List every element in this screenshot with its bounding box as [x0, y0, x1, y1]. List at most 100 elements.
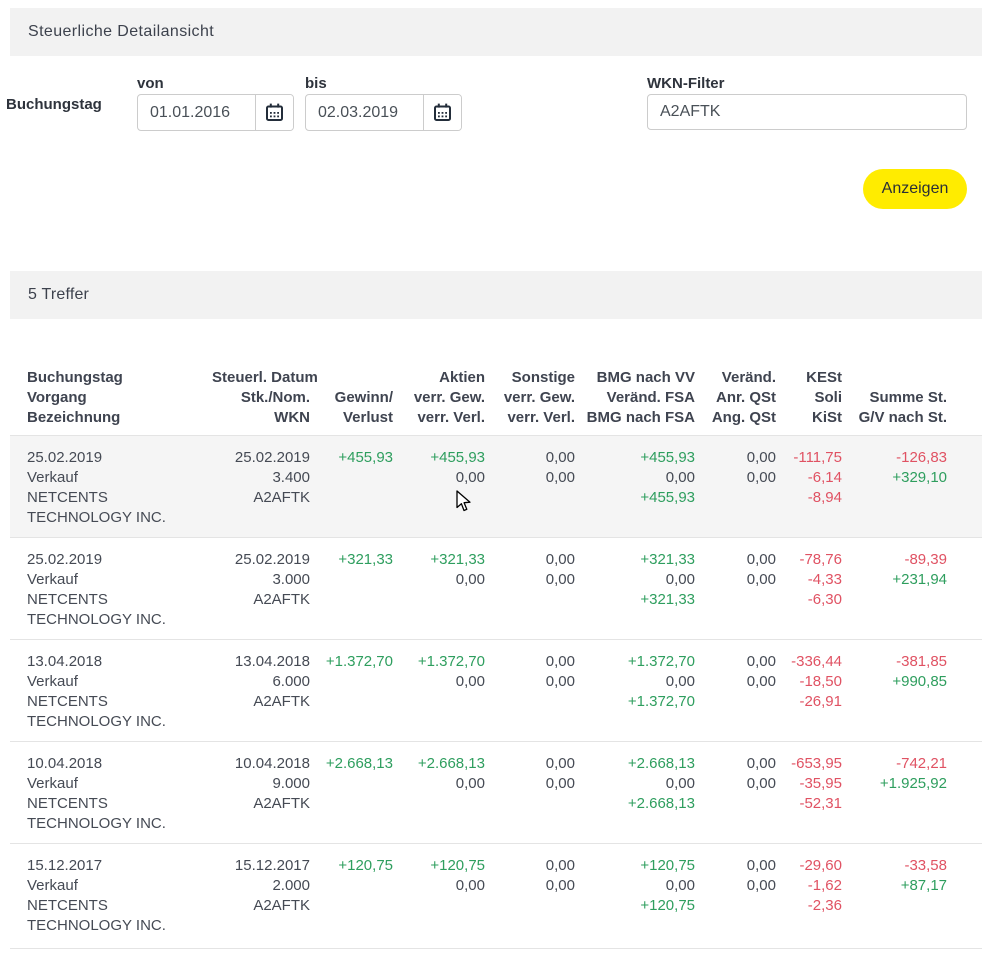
table-cell: 0,000,00 — [695, 652, 776, 732]
table-cell-line: A2AFTK — [212, 794, 310, 814]
table-cell-line: -336,44 — [776, 652, 842, 672]
table-cell-line: A2AFTK — [212, 488, 310, 508]
table-cell: Summe St.G/V nach St. — [842, 368, 947, 428]
table-cell-line: 0,00 — [485, 550, 575, 570]
calendar-icon — [433, 103, 452, 122]
table-cell-line: 0,00 — [695, 754, 776, 774]
table-cell-line: Anr. QSt — [695, 388, 776, 408]
table-cell-line — [842, 368, 947, 388]
table-cell-line: 0,00 — [485, 448, 575, 468]
table-cell-line: 0,00 — [485, 774, 575, 794]
table-cell-line: 0,00 — [393, 774, 485, 794]
table-cell-line: -111,75 — [776, 448, 842, 468]
table-cell-line: 0,00 — [485, 652, 575, 672]
table-header-row: BuchungstagVorgangBezeichnungSteuerl. Da… — [10, 368, 982, 435]
table-cell-line: 0,00 — [695, 856, 776, 876]
table-cell: 25.02.20193.400A2AFTK — [212, 448, 310, 528]
table-cell: -653,95-35,95-52,31 — [776, 754, 842, 834]
table-cell-line: 0,00 — [695, 672, 776, 692]
table-cell-line: Verkauf — [27, 468, 212, 488]
table-cell-line: verr. Verl. — [485, 408, 575, 428]
table-cell-line: 0,00 — [575, 774, 695, 794]
table-cell-line: Veränd. FSA — [575, 388, 695, 408]
table-cell: 10.04.20189.000A2AFTK — [212, 754, 310, 834]
table-cell: 0,000,00 — [485, 448, 575, 528]
anzeigen-button[interactable]: Anzeigen — [863, 169, 967, 209]
table-cell: 25.02.2019VerkaufNETCENTSTECHNOLOGY INC. — [27, 550, 212, 630]
wkn-filter-input[interactable] — [648, 95, 966, 129]
table-cell-line: +321,33 — [575, 550, 695, 570]
table-cell-line: 0,00 — [695, 774, 776, 794]
table-row[interactable]: 10.04.2018VerkaufNETCENTSTECHNOLOGY INC.… — [10, 741, 982, 843]
table-cell: 0,000,00 — [485, 754, 575, 834]
table-cell-line: +1.372,70 — [575, 692, 695, 712]
table-cell-line: 0,00 — [485, 754, 575, 774]
table-cell: 0,000,00 — [695, 550, 776, 630]
table-cell: +2.668,130,00+2.668,13 — [575, 754, 695, 834]
table-cell-line: 0,00 — [485, 468, 575, 488]
table-cell: +120,750,00+120,75 — [575, 856, 695, 936]
table-cell-line: NETCENTS — [27, 692, 212, 712]
table-cell-line: 0,00 — [695, 876, 776, 896]
results-count: 5 Treffer — [28, 286, 89, 304]
table-cell: +1.372,700,00 — [393, 652, 485, 732]
table-cell-line: -8,94 — [776, 488, 842, 508]
table-cell-line: Verlust — [310, 408, 393, 428]
table-cell-line: 0,00 — [695, 550, 776, 570]
table-cell-line: Verkauf — [27, 876, 212, 896]
table-cell-line: Buchungstag — [27, 368, 212, 388]
wkn-filter-label: WKN-Filter — [647, 75, 725, 92]
bis-date-input[interactable] — [306, 95, 423, 130]
table-cell: BuchungstagVorgangBezeichnung — [27, 368, 212, 428]
table-cell: 0,000,00 — [695, 856, 776, 936]
table-cell-line: BMG nach VV — [575, 368, 695, 388]
table-cell: -381,85+990,85 — [842, 652, 947, 732]
table-cell-line: Verkauf — [27, 774, 212, 794]
table-cell: 15.12.2017VerkaufNETCENTSTECHNOLOGY INC. — [27, 856, 212, 936]
calendar-icon — [265, 103, 284, 122]
table-cell-line: 0,00 — [393, 876, 485, 896]
table-cell: 0,000,00 — [485, 652, 575, 732]
table-cell-line: BMG nach FSA — [575, 408, 695, 428]
table-cell: -126,83+329,10 — [842, 448, 947, 528]
table-cell: 10.04.2018VerkaufNETCENTSTECHNOLOGY INC. — [27, 754, 212, 834]
table-cell-line: +120,75 — [393, 856, 485, 876]
table-cell: 15.12.20172.000A2AFTK — [212, 856, 310, 936]
table-cell-line: 0,00 — [695, 570, 776, 590]
table-cell-line: -33,58 — [842, 856, 947, 876]
table-cell-line: 10.04.2018 — [27, 754, 212, 774]
table-row[interactable]: 25.02.2019VerkaufNETCENTSTECHNOLOGY INC.… — [10, 537, 982, 639]
table-cell-line: 2.000 — [212, 876, 310, 896]
table-cell-line: Stk./Nom. — [212, 388, 310, 408]
von-calendar-button[interactable] — [255, 95, 293, 130]
table-cell-line: G/V nach St. — [842, 408, 947, 428]
bis-date-field — [305, 94, 462, 131]
table-cell-line: 13.04.2018 — [27, 652, 212, 672]
table-cell: +321,330,00+321,33 — [575, 550, 695, 630]
table-cell-line: +231,94 — [842, 570, 947, 590]
table-cell: Sonstigeverr. Gew.verr. Verl. — [485, 368, 575, 428]
results-table: BuchungstagVorgangBezeichnungSteuerl. Da… — [10, 368, 982, 949]
table-cell: +455,93 — [310, 448, 393, 528]
table-row[interactable]: 25.02.2019VerkaufNETCENTSTECHNOLOGY INC.… — [10, 435, 982, 537]
table-cell-line: TECHNOLOGY INC. — [27, 916, 212, 936]
table-cell-line: TECHNOLOGY INC. — [27, 814, 212, 834]
table-cell: +1.372,70 — [310, 652, 393, 732]
table-cell-line: 0,00 — [393, 468, 485, 488]
table-cell-line: +329,10 — [842, 468, 947, 488]
bis-calendar-button[interactable] — [423, 95, 461, 130]
von-date-input[interactable] — [138, 95, 255, 130]
table-cell-line: Vorgang — [27, 388, 212, 408]
table-cell-line: 0,00 — [485, 856, 575, 876]
von-date-field — [137, 94, 294, 131]
table-row[interactable]: 13.04.2018VerkaufNETCENTSTECHNOLOGY INC.… — [10, 639, 982, 741]
table-cell: +321,33 — [310, 550, 393, 630]
table-cell-line: 0,00 — [485, 672, 575, 692]
table-cell-line: 0,00 — [695, 448, 776, 468]
table-cell-line: Summe St. — [842, 388, 947, 408]
table-cell-line: NETCENTS — [27, 896, 212, 916]
table-cell-line: Ang. QSt — [695, 408, 776, 428]
table-cell-line: A2AFTK — [212, 590, 310, 610]
table-cell-line: TECHNOLOGY INC. — [27, 712, 212, 732]
table-row[interactable]: 15.12.2017VerkaufNETCENTSTECHNOLOGY INC.… — [10, 843, 982, 949]
